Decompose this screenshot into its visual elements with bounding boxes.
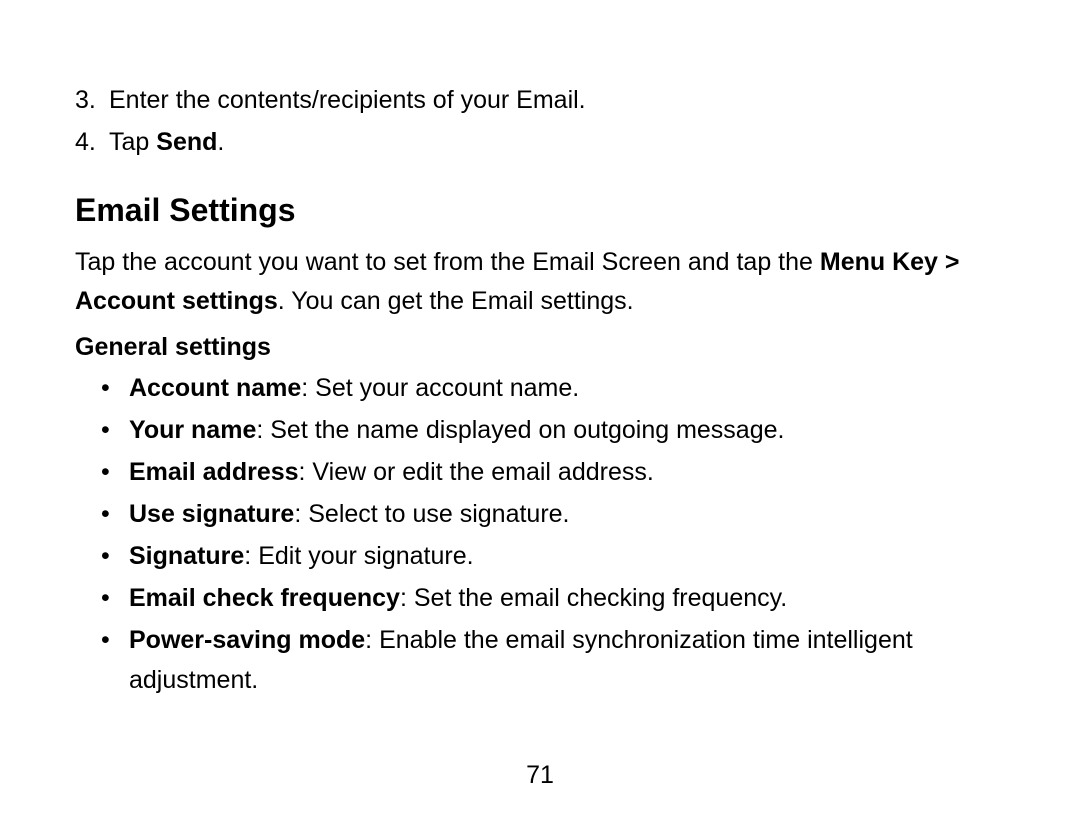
list-item: Power-saving mode: Enable the email sync… [129,620,1005,700]
bullet-term: Power-saving mode [129,626,365,654]
item-number: 4. [75,122,96,162]
intro-part2: . You can get the Email settings. [278,287,634,315]
bullet-term: Your name [129,416,256,444]
list-item: 3. Enter the contents/recipients of your… [109,80,1005,120]
intro-paragraph: Tap the account you want to set from the… [75,243,1005,321]
list-item: Email check frequency: Set the email che… [129,578,1005,618]
numbered-list: 3. Enter the contents/recipients of your… [75,80,1005,162]
bulleted-list: Account name: Set your account name. You… [75,368,1005,700]
list-item: 4. Tap Send. [109,122,1005,162]
item-text-suffix: . [217,128,224,156]
bullet-term: Signature [129,542,244,570]
bullet-desc: : Edit your signature. [244,542,473,570]
list-item: Your name: Set the name displayed on out… [129,410,1005,450]
bullet-term: Email check frequency [129,584,400,612]
list-item: Email address: View or edit the email ad… [129,452,1005,492]
item-number: 3. [75,80,96,120]
bullet-desc: : Set your account name. [301,374,579,402]
item-text-bold: Send [156,128,217,156]
item-text: Enter the contents/recipients of your Em… [109,86,586,114]
bullet-term: Use signature [129,500,294,528]
bullet-desc: : View or edit the email address. [299,458,654,486]
bullet-term: Email address [129,458,299,486]
bullet-term: Account name [129,374,301,402]
list-item: Account name: Set your account name. [129,368,1005,408]
section-heading: Email Settings [75,192,1005,229]
bullet-desc: : Set the email checking frequency. [400,584,787,612]
list-item: Use signature: Select to use signature. [129,494,1005,534]
bullet-desc: : Select to use signature. [294,500,569,528]
item-text-prefix: Tap [109,128,156,156]
sub-heading: General settings [75,333,1005,362]
list-item: Signature: Edit your signature. [129,536,1005,576]
page-number: 71 [0,761,1080,790]
bullet-desc: : Set the name displayed on outgoing mes… [256,416,784,444]
intro-part1: Tap the account you want to set from the… [75,248,820,276]
